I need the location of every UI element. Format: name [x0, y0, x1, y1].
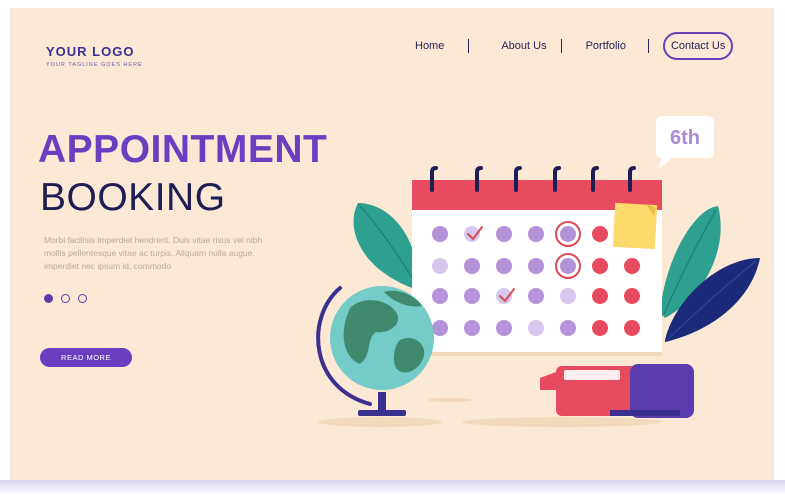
contact-us-button[interactable]: Contact Us: [662, 32, 734, 60]
slider-dot[interactable]: [61, 294, 70, 303]
nav-divider: [647, 39, 649, 53]
logo-tagline: YOUR TAGLINE GOES HERE: [46, 62, 143, 68]
nav-about-us[interactable]: About Us: [501, 40, 546, 52]
calendar-icon: [412, 166, 662, 356]
bubble-label: 6th: [670, 127, 700, 149]
left-leaf-icon: [353, 203, 419, 288]
marker-icon: [540, 364, 694, 418]
logo-title: YOUR LOGO: [46, 44, 135, 59]
slider-dots: [44, 294, 87, 303]
nav-divider: [468, 39, 470, 53]
read-more-button[interactable]: READ MORE: [40, 348, 132, 367]
page-shadow: [0, 480, 785, 496]
nav-home[interactable]: Home: [415, 40, 444, 52]
hero-title-line2: BOOKING: [40, 176, 226, 219]
globe-shadow: [318, 417, 442, 427]
marker-shadow: [462, 417, 662, 427]
main-nav: Home About Us Portfolio Contact Us: [415, 32, 734, 60]
date-bubble-icon: 6th: [656, 116, 714, 170]
right-leaf-icon: [660, 206, 760, 342]
nav-portfolio[interactable]: Portfolio: [586, 40, 626, 52]
hero-title-line1: APPOINTMENT: [38, 128, 328, 171]
logo[interactable]: YOUR LOGO YOUR TAGLINE GOES HERE: [46, 44, 143, 68]
calendar-illustration: 6th: [316, 116, 760, 427]
slider-dot[interactable]: [78, 294, 87, 303]
floor-line: [428, 398, 472, 402]
hero-description: Morbi facilisis imperdiet hendrerit. Dui…: [44, 235, 263, 271]
nav-divider: [560, 39, 562, 53]
slider-dot[interactable]: [44, 294, 53, 303]
globe-icon: [316, 286, 434, 416]
